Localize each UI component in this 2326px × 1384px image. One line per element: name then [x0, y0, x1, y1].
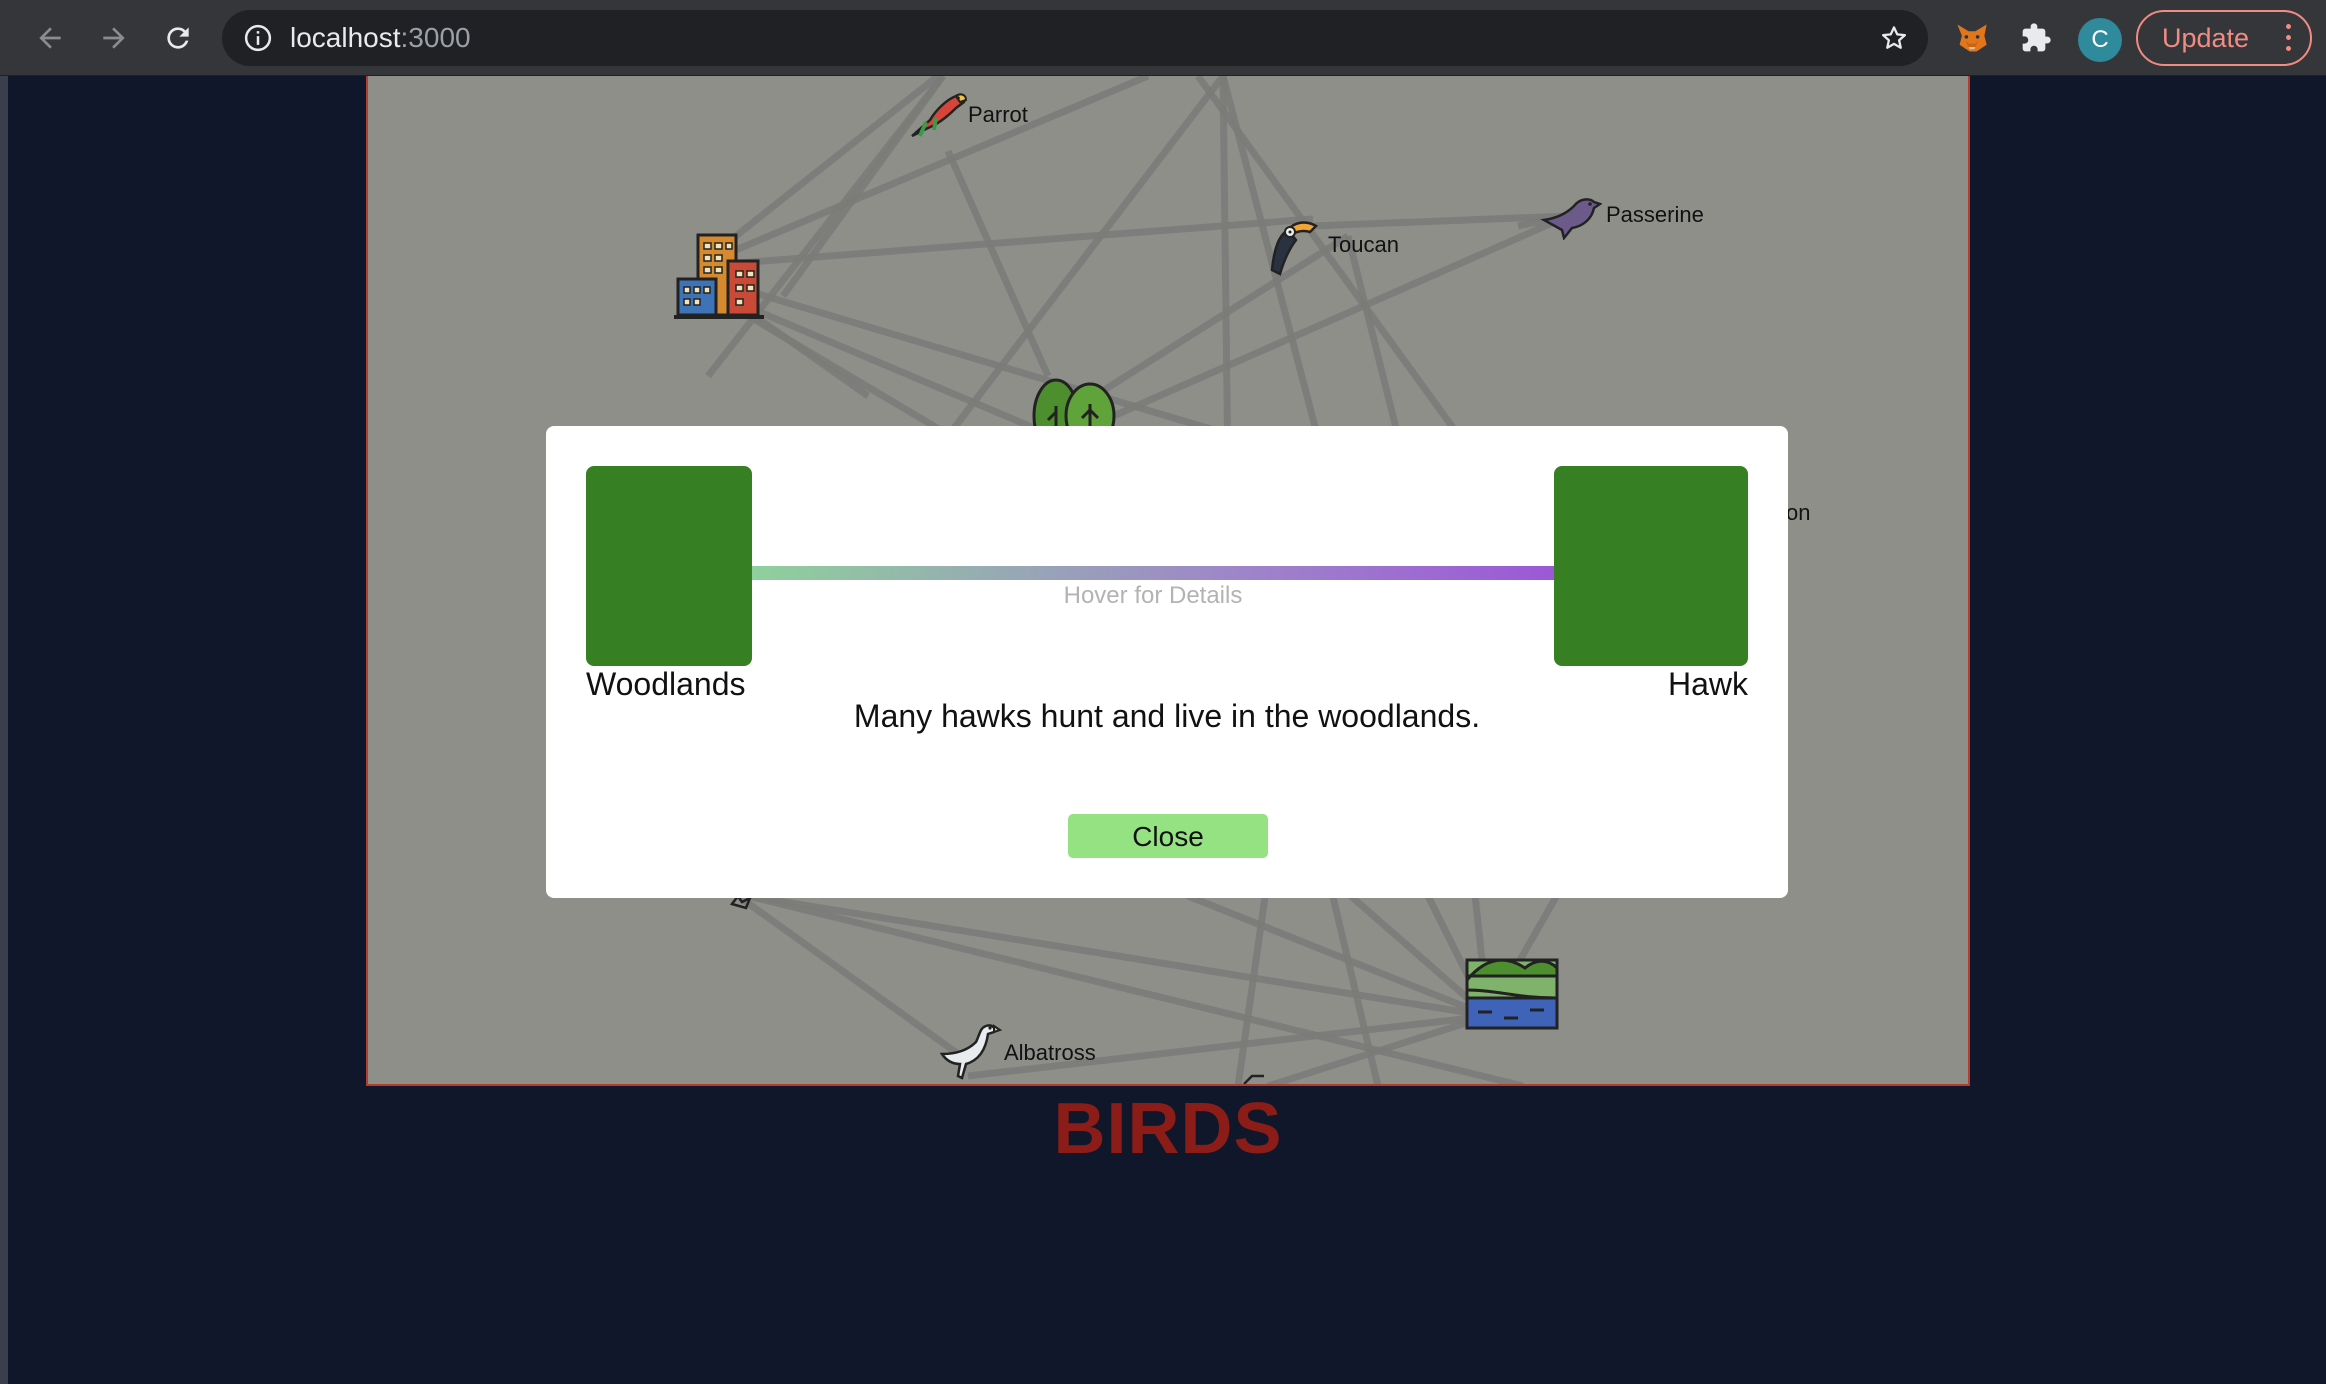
bird-icon-bottom-fragment[interactable] [1240, 1070, 1270, 1084]
node-label-albatross: Albatross [1004, 1040, 1096, 1065]
profile-avatar[interactable]: C [2078, 18, 2122, 62]
window-edge [0, 76, 8, 1384]
toucan-icon[interactable] [1266, 210, 1320, 281]
address-bar[interactable]: localhost:3000 [222, 10, 1928, 66]
relationship-description: Many hawks hunt and live in the woodland… [853, 698, 1481, 734]
node-label-toucan: Toucan [1328, 232, 1399, 257]
reload-button[interactable] [154, 14, 202, 62]
more-vertical-icon [2286, 24, 2292, 54]
puzzle-extensions-icon[interactable] [2012, 14, 2060, 62]
city-buildings-icon[interactable] [674, 231, 764, 328]
reload-icon [167, 27, 189, 49]
bookmark-star-icon[interactable] [1876, 20, 1912, 56]
update-label: Update [2162, 22, 2250, 53]
url-text[interactable]: localhost:3000 [290, 22, 471, 54]
url-port: :3000 [400, 22, 471, 53]
passerine-icon[interactable] [1540, 190, 1603, 245]
albatross-icon[interactable] [936, 1020, 1003, 1084]
back-arrow-icon [39, 27, 61, 49]
hawk-image-box[interactable] [1554, 466, 1748, 666]
page-title: BIRDS [1053, 1089, 1283, 1169]
update-button[interactable]: Update [2136, 10, 2312, 66]
woodlands-image-box[interactable] [586, 466, 752, 666]
hover-hint: Hover for Details [1063, 582, 1243, 609]
browser-toolbar: localhost:3000 C Update [0, 0, 2326, 76]
fox-extension-icon[interactable] [1948, 14, 1996, 62]
parrot-icon[interactable] [906, 86, 970, 145]
back-button[interactable] [26, 14, 74, 62]
wetland-lake-icon[interactable] [1464, 946, 1560, 1037]
forward-arrow-icon [103, 27, 125, 49]
close-button[interactable]: Close [1068, 814, 1268, 858]
relationship-modal: Hover for Details Woodlands Hawk Many ha… [546, 426, 1788, 898]
node-label-passerine: Passerine [1606, 202, 1704, 227]
node-label-parrot: Parrot [968, 102, 1028, 127]
node-label-partial: on [1786, 500, 1811, 525]
forward-button[interactable] [90, 14, 138, 62]
url-host: localhost [290, 22, 401, 53]
relationship-connector[interactable] [752, 566, 1554, 580]
site-info-icon[interactable] [242, 22, 274, 54]
